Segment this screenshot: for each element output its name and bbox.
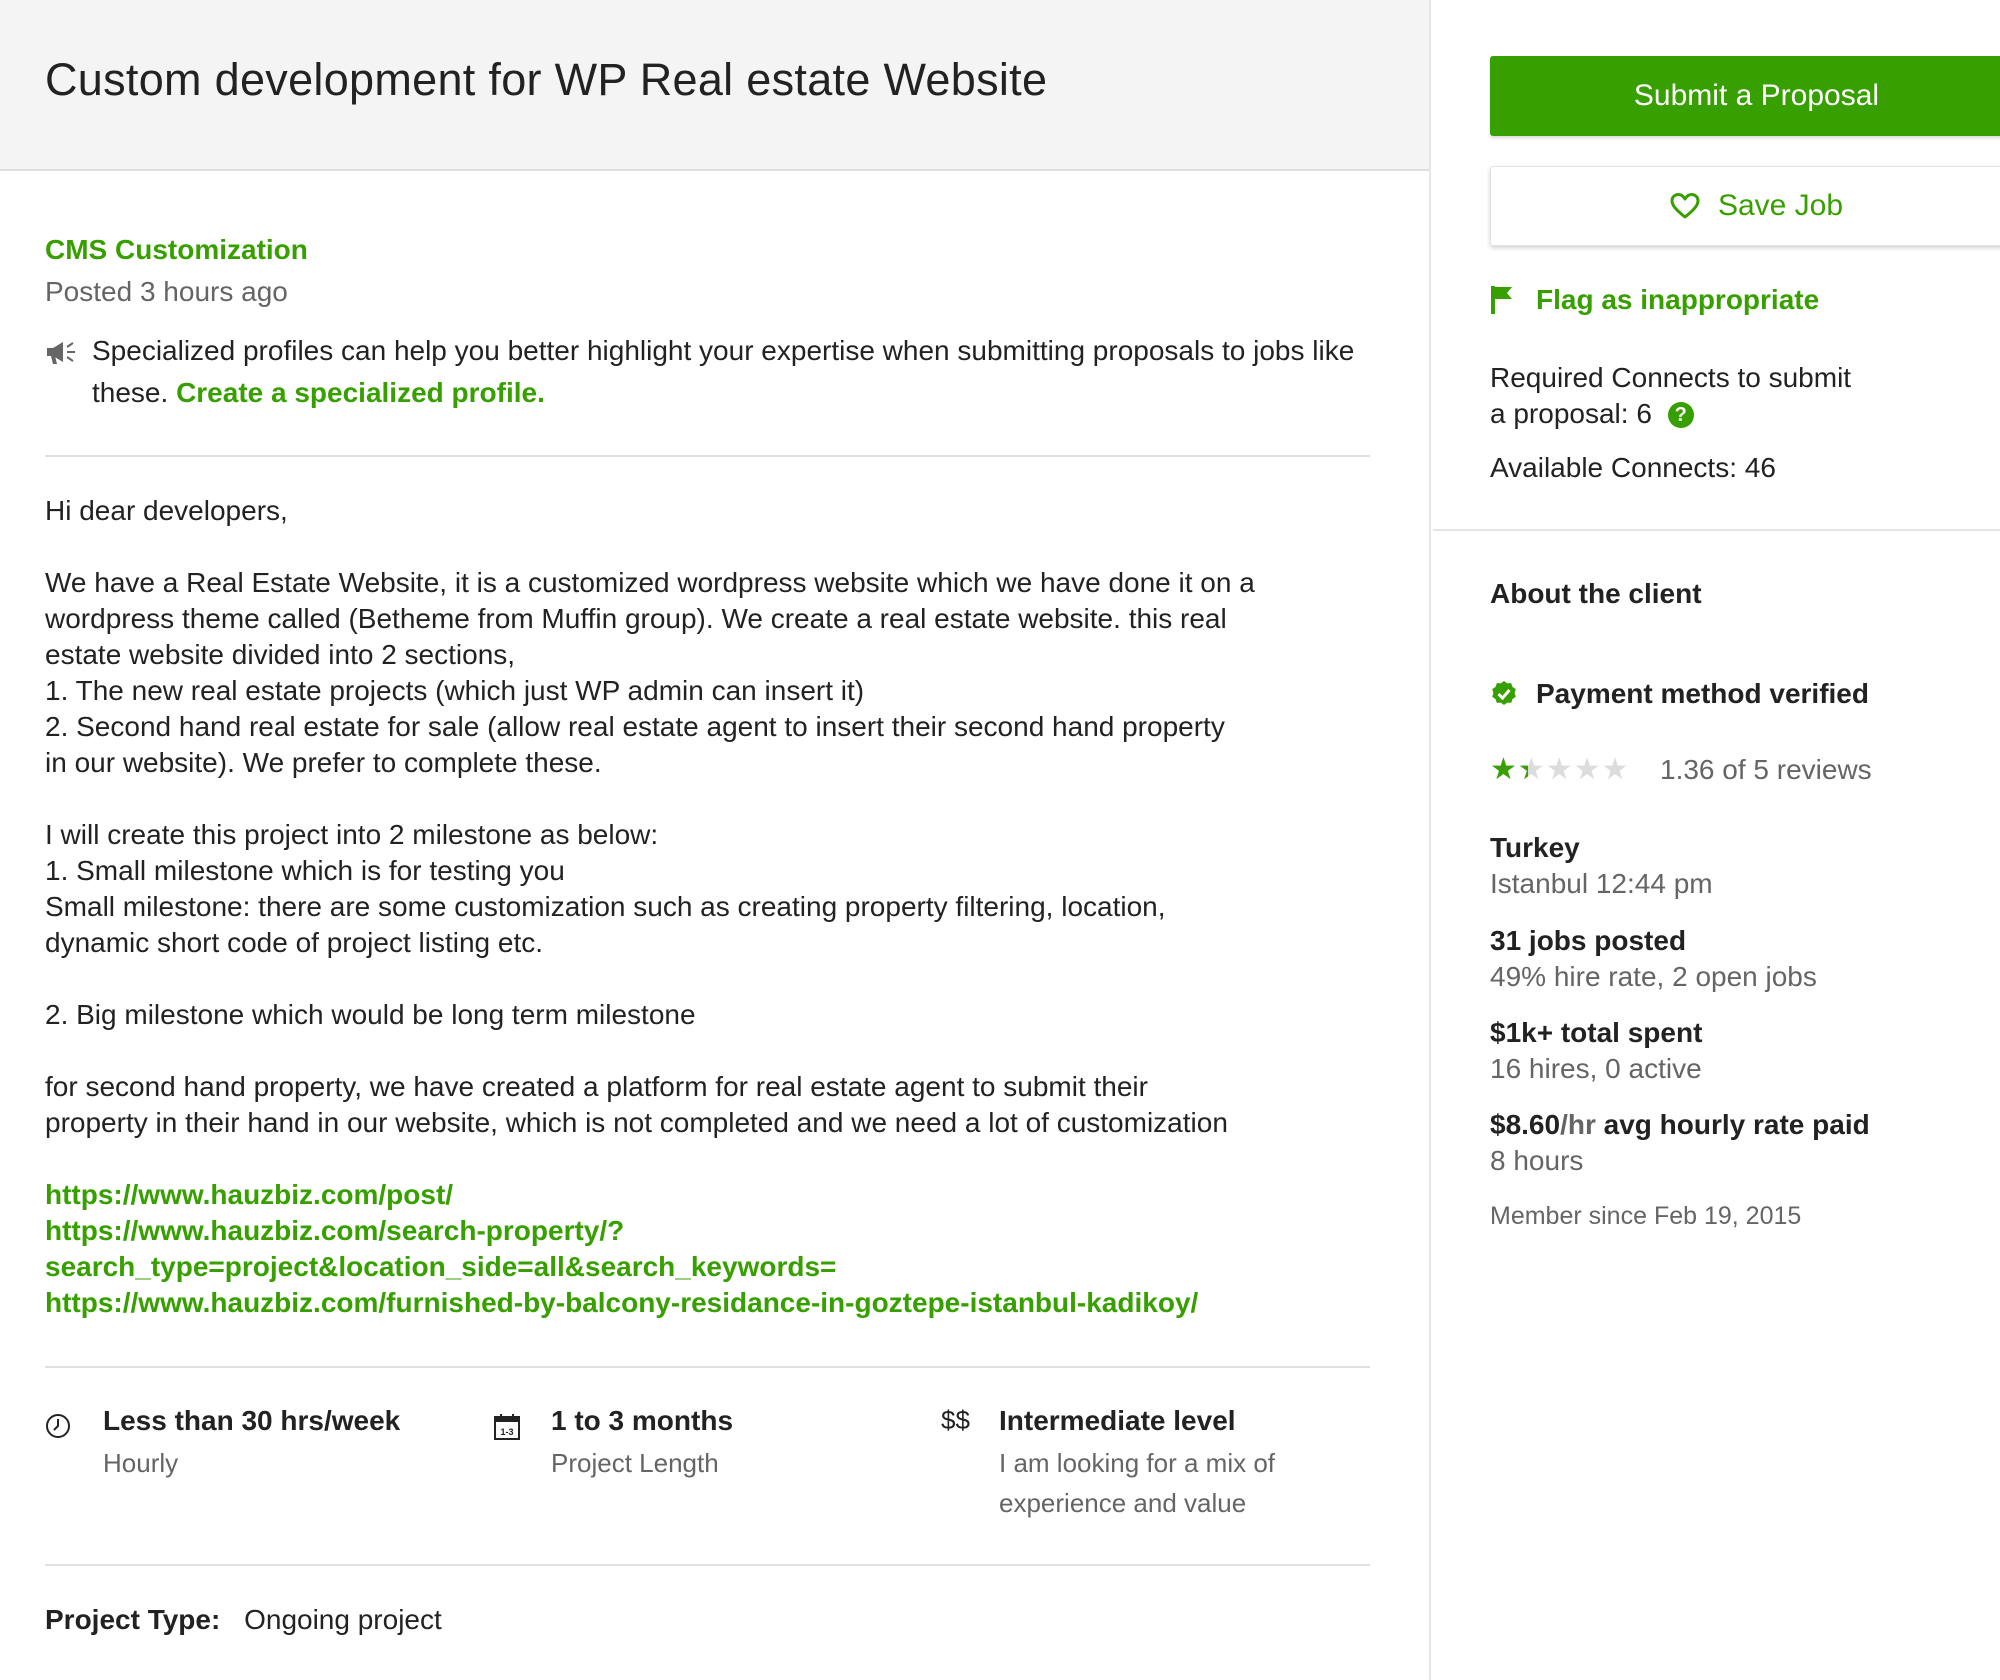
fact-length-sub: Project Length bbox=[551, 1448, 719, 1478]
create-specialized-profile-link[interactable]: Create a specialized profile. bbox=[176, 377, 545, 408]
job-facts: Less than 30 hrs/week Hourly 1-3 1 to 3 … bbox=[45, 1368, 1370, 1564]
specialized-profile-tip: Specialized profiles can help you better… bbox=[45, 330, 1370, 414]
client-hours: 8 hours bbox=[1490, 1145, 1584, 1176]
project-type-label: Project Type: bbox=[45, 1604, 221, 1635]
description-line: dynamic short code of project listing et… bbox=[45, 927, 544, 958]
flag-label[interactable]: Flag as inappropriate bbox=[1536, 284, 1819, 316]
client-rate: $8.60/hr avg hourly rate paid 8 hours bbox=[1490, 1107, 1870, 1179]
megaphone-icon bbox=[47, 342, 75, 364]
description-line: We have a Real Estate Website, it is a c… bbox=[45, 567, 1255, 598]
save-job-label[interactable]: Save Job bbox=[1718, 189, 1843, 223]
member-since: Member since Feb 19, 2015 bbox=[1490, 1202, 1802, 1230]
submit-proposal-button[interactable]: Submit a Proposal bbox=[1490, 56, 2000, 136]
client-avg-rate: $8.60/hr avg hourly rate paid bbox=[1490, 1107, 1870, 1143]
divider bbox=[45, 455, 1370, 457]
divider bbox=[1433, 529, 2000, 531]
project-type: Project Type: Ongoing project bbox=[45, 1604, 1370, 1636]
fact-level-sub-line: I am looking for a mix of bbox=[999, 1448, 1275, 1478]
flag-inappropriate-link[interactable]: Flag as inappropriate bbox=[1490, 284, 1819, 316]
link-part[interactable]: search_type=project&location_side=all&se… bbox=[45, 1249, 1370, 1285]
description-line: wordpress theme called (Betheme from Muf… bbox=[45, 603, 1227, 634]
description-line: property in their hand in our website, w… bbox=[45, 1107, 1228, 1138]
client-location: Turkey Istanbul 12:44 pm bbox=[1490, 830, 1713, 902]
calendar-icon: 1-3 bbox=[494, 1414, 520, 1440]
client-spend: $1k+ total spent 16 hires, 0 active bbox=[1490, 1015, 1702, 1087]
job-category[interactable]: CMS Customization bbox=[45, 234, 1370, 266]
job-header: Custom development for WP Real estate We… bbox=[0, 0, 1429, 171]
sidebar: Submit a Proposal Save Job Flag as inapp… bbox=[1433, 0, 2000, 1680]
divider bbox=[45, 1564, 1370, 1566]
job-title: Custom development for WP Real estate We… bbox=[45, 54, 1048, 105]
client-city-time: Istanbul 12:44 pm bbox=[1490, 868, 1713, 899]
svg-text:1-3: 1-3 bbox=[500, 1427, 513, 1437]
check-circle-icon bbox=[1492, 681, 1516, 705]
description-link-post[interactable]: https://www.hauzbiz.com/post/ bbox=[45, 1177, 1370, 1213]
rating-text: 1.36 of 5 reviews bbox=[1660, 754, 1872, 785]
star-icon-filled: ★★★★★ bbox=[1490, 755, 1528, 785]
clock-icon bbox=[46, 1414, 70, 1438]
star-rating: ★★★★★ ★★★★★ bbox=[1490, 755, 1650, 785]
description-line: I will create this project into 2 milest… bbox=[45, 819, 659, 850]
description-line: 2. Big milestone which would be long ter… bbox=[45, 999, 696, 1030]
client-hire-rate: 49% hire rate, 2 open jobs bbox=[1490, 961, 1817, 992]
heart-icon bbox=[1670, 193, 1700, 219]
save-job-button[interactable]: Save Job bbox=[1490, 166, 2000, 246]
project-type-value: Ongoing project bbox=[244, 1604, 442, 1635]
fact-hours-sub: Hourly bbox=[103, 1448, 179, 1478]
posted-time: Posted 3 hours ago bbox=[45, 276, 288, 307]
description-line: 1. The new real estate projects (which j… bbox=[45, 675, 865, 706]
description-line: Small milestone: there are some customiz… bbox=[45, 891, 1166, 922]
required-connects-line: a proposal: 6 bbox=[1490, 398, 1652, 429]
payment-verified-label: Payment method verified bbox=[1536, 678, 1869, 709]
required-connects-line: Required Connects to submit bbox=[1490, 362, 1852, 393]
fact-level-sub: I am looking for a mix of experience and… bbox=[999, 1443, 1275, 1523]
payment-verified: Payment method verified bbox=[1490, 678, 1869, 710]
description-line: for second hand property, we have create… bbox=[45, 1071, 1148, 1102]
description-link-search[interactable]: https://www.hauzbiz.com/search-property/… bbox=[45, 1213, 1370, 1285]
client-hires: 16 hires, 0 active bbox=[1490, 1053, 1702, 1084]
job-details-panel: Custom development for WP Real estate We… bbox=[0, 0, 1431, 1680]
description-link-listing[interactable]: https://www.hauzbiz.com/furnished-by-bal… bbox=[45, 1285, 1370, 1321]
fact-level-title: Intermediate level bbox=[999, 1405, 1236, 1436]
description-line: 2. Second hand real estate for sale (all… bbox=[45, 711, 1225, 742]
about-client-heading: About the client bbox=[1490, 578, 1702, 609]
fact-length-title: 1 to 3 months bbox=[551, 1405, 734, 1436]
job-content: CMS Customization Posted 3 hours ago Spe… bbox=[0, 234, 1429, 1636]
fact-hours-title: Less than 30 hrs/week bbox=[103, 1405, 401, 1436]
rate-unit: /hr bbox=[1560, 1109, 1596, 1140]
question-icon[interactable]: ? bbox=[1667, 402, 1694, 428]
required-connects: Required Connects to submit a proposal: … bbox=[1490, 360, 1970, 432]
client-jobs: 31 jobs posted 49% hire rate, 2 open job… bbox=[1490, 923, 1817, 995]
description-line: 1. Small milestone which is for testing … bbox=[45, 855, 565, 886]
link-part[interactable]: https://www.hauzbiz.com/search-property/… bbox=[45, 1213, 1370, 1249]
job-description: Hi dear developers, We have a Real Estat… bbox=[45, 493, 1370, 1321]
client-rating: ★★★★★ ★★★★★ 1.36 of 5 reviews bbox=[1490, 754, 1872, 786]
dollar-icon: $$ bbox=[941, 1405, 970, 1435]
rate-label: avg hourly rate paid bbox=[1595, 1109, 1870, 1140]
rate-value: $8.60 bbox=[1490, 1109, 1561, 1140]
available-connects: Available Connects: 46 bbox=[1490, 452, 1776, 483]
client-total-spent: $1k+ total spent bbox=[1490, 1017, 1703, 1048]
description-line: in our website). We prefer to complete t… bbox=[45, 747, 602, 778]
description-greeting: Hi dear developers, bbox=[45, 495, 288, 526]
description-line: estate website divided into 2 sections, bbox=[45, 639, 516, 670]
client-jobs-posted: 31 jobs posted bbox=[1490, 925, 1687, 956]
fact-level-sub-line: experience and value bbox=[999, 1488, 1247, 1518]
flag-icon bbox=[1491, 286, 1512, 314]
client-country: Turkey bbox=[1490, 832, 1580, 863]
